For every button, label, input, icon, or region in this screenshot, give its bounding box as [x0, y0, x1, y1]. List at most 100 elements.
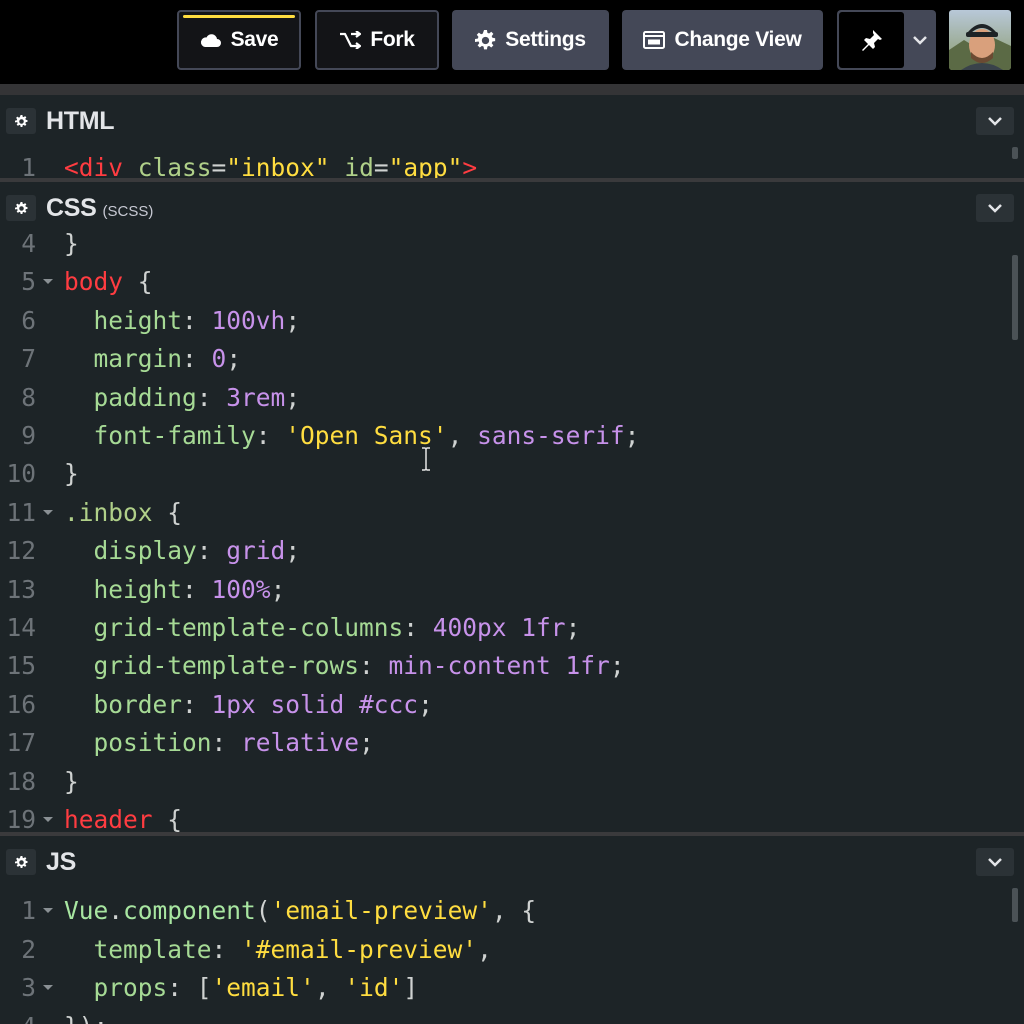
fork-button[interactable]: Fork	[315, 10, 439, 70]
html-code-editor[interactable]: 1 <div class="inbox" id="app">	[0, 147, 1024, 178]
code-token: ,	[477, 934, 492, 964]
js-collapse-button[interactable]	[976, 848, 1014, 876]
scrollbar[interactable]	[1012, 255, 1018, 340]
code-text: padding: 3rem;	[64, 379, 301, 417]
window-icon	[643, 31, 666, 49]
scrollbar[interactable]	[1012, 147, 1018, 159]
code-text: grid-template-rows: min-content 1fr;	[64, 647, 625, 685]
line-number: 6	[21, 305, 36, 335]
line-number: 3	[21, 973, 36, 1003]
fold-toggle-icon[interactable]	[38, 494, 58, 532]
code-token: :	[182, 689, 212, 719]
code-token: =	[373, 153, 389, 178]
fold-toggle-icon[interactable]	[38, 801, 58, 832]
fold-toggle-icon[interactable]	[38, 892, 58, 930]
code-line[interactable]: 12 display: grid;	[0, 532, 1010, 570]
css-code-editor[interactable]: 4} 5 body {6 height: 100vh; 7 margin: 0; 8 p…	[0, 225, 1024, 832]
code-line[interactable]: 9 font-family: 'Open Sans', sans-serif;	[0, 417, 1010, 455]
code-line[interactable]: 4});	[0, 1008, 1010, 1024]
chevron-down-icon	[988, 203, 1002, 213]
save-button[interactable]: Save	[177, 10, 301, 70]
line-number: 17	[6, 728, 36, 758]
code-line[interactable]: 11 .inbox {	[0, 494, 1010, 532]
code-line[interactable]: 15 grid-template-rows: min-content 1fr;	[0, 647, 1010, 685]
code-line[interactable]: 7 margin: 0;	[0, 340, 1010, 378]
code-token: component	[123, 896, 256, 925]
code-token: <div	[64, 153, 138, 178]
code-token: grid	[226, 536, 286, 566]
change-view-label: Change View	[674, 28, 802, 51]
code-text: border: 1px solid #ccc;	[64, 686, 433, 724]
code-token: }	[64, 459, 79, 489]
css-settings-button[interactable]	[6, 195, 36, 221]
css-collapse-button[interactable]	[976, 194, 1014, 222]
code-token: padding	[93, 382, 197, 412]
code-line[interactable]: 13 height: 100%;	[0, 571, 1010, 609]
code-line[interactable]: 18}	[0, 763, 1010, 801]
code-line[interactable]: 3 props: ['email', 'id']	[0, 969, 1010, 1007]
line-number: 14	[6, 613, 36, 642]
line-number: 1	[21, 153, 36, 178]
code-token: {	[123, 267, 153, 297]
code-token: 'id'	[344, 973, 404, 1003]
chevron-down-icon	[988, 857, 1002, 867]
code-text: }	[64, 225, 79, 263]
line-number: 19	[6, 805, 36, 832]
code-token: :	[359, 651, 389, 681]
code-token: :	[182, 305, 212, 335]
pin-button[interactable]	[839, 12, 904, 68]
line-number: 11	[6, 497, 36, 527]
pin-icon	[861, 30, 882, 51]
settings-button[interactable]: Settings	[452, 10, 609, 70]
code-token: "app"	[388, 153, 463, 178]
css-preprocessor-label: (SCSS)	[102, 202, 154, 220]
code-line[interactable]: 17 position: relative;	[0, 724, 1010, 762]
settings-label: Settings	[505, 28, 586, 51]
line-number: 12	[6, 536, 36, 566]
change-view-button[interactable]: Change View	[622, 10, 823, 70]
code-token: margin	[93, 344, 183, 374]
line-number: 1	[21, 896, 36, 925]
code-line[interactable]: 16 border: 1px solid #ccc;	[0, 686, 1010, 724]
code-line[interactable]: 5 body {	[0, 263, 1010, 301]
code-line[interactable]: 6 height: 100vh;	[0, 302, 1010, 340]
chevron-down-icon	[913, 35, 927, 45]
code-token: "inbox"	[226, 153, 330, 178]
code-token: sans-serif	[477, 421, 625, 450]
html-settings-button[interactable]	[6, 108, 36, 134]
code-line[interactable]: 10}	[0, 455, 1010, 493]
code-token: ,	[314, 973, 345, 1003]
gear-icon	[14, 855, 27, 868]
line-number: 4	[21, 229, 36, 258]
scrollbar[interactable]	[1012, 888, 1018, 922]
code-token: , {	[491, 896, 537, 925]
code-line[interactable]: 4}	[0, 225, 1010, 263]
avatar[interactable]	[949, 10, 1011, 70]
fold-toggle-icon[interactable]	[38, 969, 58, 1007]
line-number: 4	[0, 1008, 36, 1024]
code-line[interactable]: 1 Vue.component('email-preview', {	[0, 892, 1010, 930]
js-code-editor[interactable]: 1 Vue.component('email-preview', {2 templ…	[0, 888, 1024, 1024]
js-pane-title: JS	[46, 847, 76, 876]
view-menu-toggle[interactable]	[904, 10, 936, 70]
code-token: ;	[285, 382, 301, 412]
code-token: });	[64, 1012, 108, 1024]
code-line[interactable]: 14 grid-template-columns: 400px 1fr;	[0, 609, 1010, 647]
code-token: ;	[226, 344, 242, 374]
code-token: header	[64, 805, 153, 832]
code-token: position	[93, 728, 212, 758]
gear-icon	[14, 201, 27, 214]
line-number: 7	[21, 344, 36, 374]
code-text: display: grid;	[64, 532, 301, 570]
code-token: (	[255, 896, 271, 925]
code-line[interactable]: 8 padding: 3rem;	[0, 379, 1010, 417]
code-line[interactable]: 2 template: '#email-preview',	[0, 931, 1010, 969]
fold-toggle-icon[interactable]	[38, 263, 58, 301]
code-text: position: relative;	[64, 724, 374, 762]
js-settings-button[interactable]	[6, 849, 36, 875]
code-text: props: ['email', 'id']	[64, 969, 419, 1007]
html-collapse-button[interactable]	[976, 107, 1014, 135]
code-line[interactable]: 19 header {	[0, 801, 1010, 832]
code-text: template: '#email-preview',	[64, 931, 492, 969]
code-line[interactable]: 1 <div class="inbox" id="app">	[0, 149, 1010, 178]
